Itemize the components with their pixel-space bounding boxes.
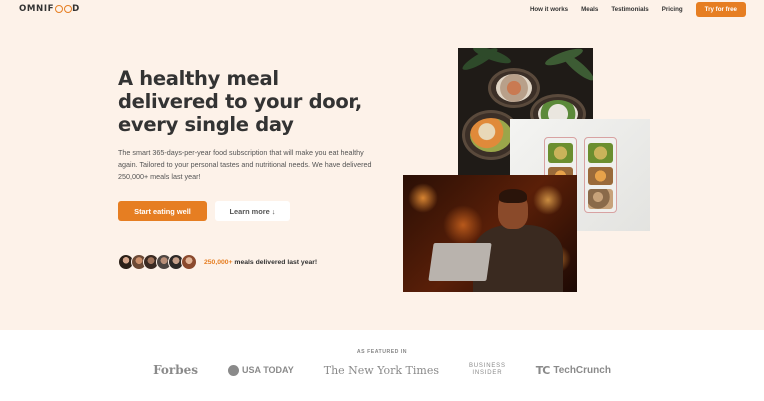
usa-today-logo: USA TODAY [228,364,294,376]
new-york-times-logo: The New York Times [323,363,439,377]
main-nav: How it works Meals Testimonials Pricing … [530,2,746,17]
techcrunch-mark-icon: TC [535,363,551,377]
customer-avatars [118,254,197,270]
hero-headline: A healthy meal delivered to your door, e… [118,67,362,136]
usa-today-dot-icon [228,364,240,376]
logo-o-icon [63,5,72,13]
logo-text-end: D [72,4,80,14]
nav-link-meals[interactable]: Meals [581,6,598,13]
forbes-logo: Forbes [153,363,199,377]
nav-link-testimonials[interactable]: Testimonials [611,6,648,13]
omnifood-logo[interactable]: OMNIF D [19,4,80,14]
techcrunch-logo: TC TechCrunch [536,364,611,377]
delivered-meals-text: 250,000+ meals delivered last year! [204,259,317,266]
logo-text-start: OMNIF [19,4,55,14]
try-for-free-button[interactable]: Try for free [695,2,746,17]
man-eating-photo [403,175,577,292]
featured-in-label: AS FEATURED IN [356,349,408,355]
delivered-meals: 250,000+ meals delivered last year! [118,254,317,270]
nav-link-pricing[interactable]: Pricing [662,6,683,13]
delivered-caption: meals delivered last year! [232,258,318,266]
usa-today-logo-text: USA TODAY [242,365,294,375]
start-eating-well-button[interactable]: Start eating well [118,201,207,221]
featured-in-section: AS FEATURED IN Forbes USA TODAY The New … [0,330,764,401]
featured-logos: Forbes USA TODAY The New York Times BUSI… [0,363,764,377]
business-insider-line2: INSIDER [472,370,503,376]
customer-avatar [180,254,197,270]
learn-more-button[interactable]: Learn more ↓ [215,201,290,221]
techcrunch-logo-text: TechCrunch [553,364,611,376]
business-insider-line1: BUSINESS [469,363,506,369]
site-header: OMNIF D How it works Meals Testimonials P… [0,0,764,20]
delivered-count: 250,000+ [204,258,233,266]
business-insider-logo: BUSINESS INSIDER [469,363,506,377]
nav-link-how-it-works[interactable]: How it works [530,6,568,13]
logo-o-icon [54,5,63,13]
hero-description: The smart 365-days-per-year food subscri… [118,148,372,181]
